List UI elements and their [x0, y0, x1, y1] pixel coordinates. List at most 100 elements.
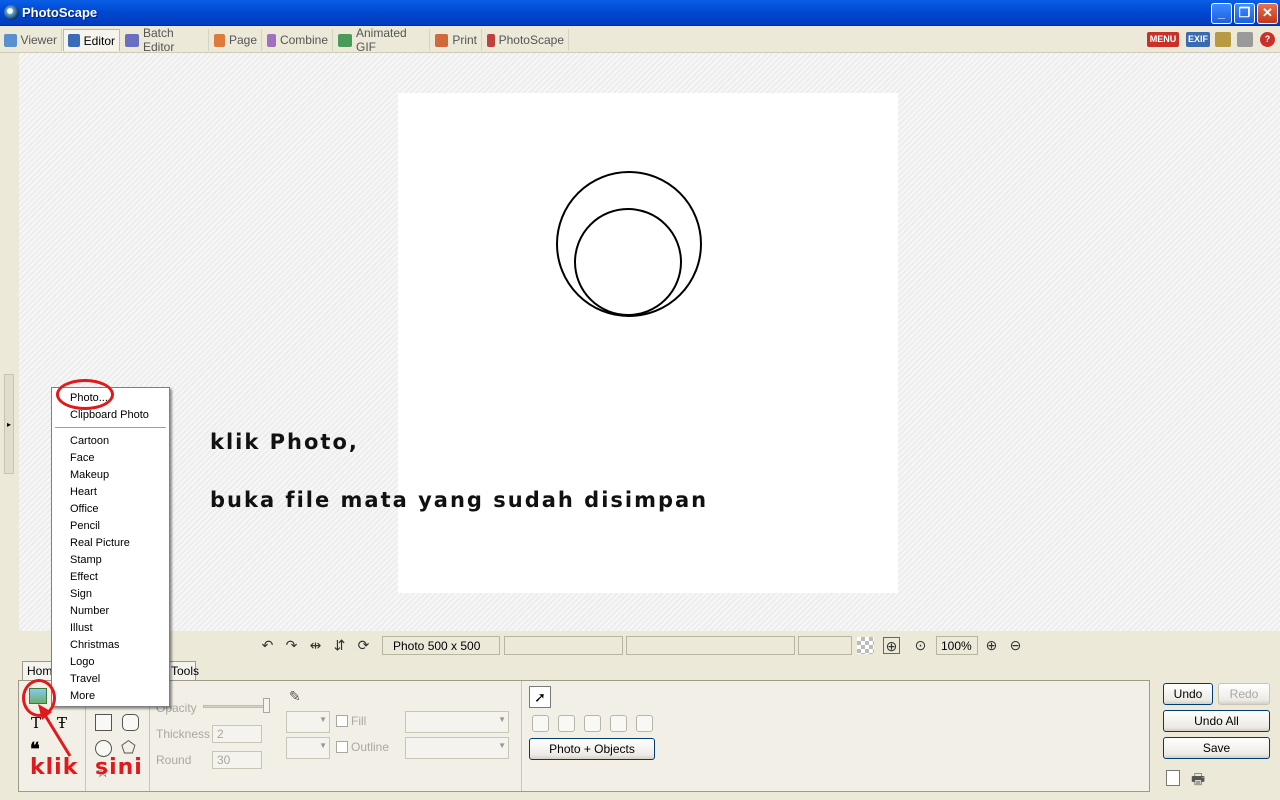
help-icon[interactable]: ?	[1260, 32, 1275, 47]
canvas-status-bar: ↶ ↷ ⇹ ⇵ ⟳ Photo 500 x 500 ⊕ ⊙ 100% ⊕ ⊖	[0, 631, 1280, 659]
fill-color-dropdown[interactable]: ▼	[286, 711, 330, 733]
tab-label: Page	[228, 33, 257, 47]
minimize-button[interactable]: _	[1211, 3, 1232, 24]
thickness-label: Thickness	[156, 727, 211, 741]
menu-item-number[interactable]: Number	[70, 605, 109, 617]
menu-item-sign[interactable]: Sign	[70, 588, 92, 600]
menu-item-logo[interactable]: Logo	[70, 656, 94, 668]
tab-home[interactable]: Home	[22, 661, 59, 680]
redo-button[interactable]: Redo	[1218, 683, 1270, 705]
menu-item-makeup[interactable]: Makeup	[70, 469, 109, 481]
menu-item-office[interactable]: Office	[70, 503, 99, 515]
save-button[interactable]: Save	[1163, 737, 1270, 759]
opacity-slider[interactable]	[203, 705, 269, 708]
expand-arrow-icon: ▸	[7, 420, 12, 429]
object-back-icon[interactable]	[558, 715, 575, 732]
zoom-fit-icon[interactable]: ⊕	[883, 637, 900, 654]
outline-style-dropdown[interactable]: ▼	[405, 737, 509, 759]
windows-icon[interactable]	[1237, 32, 1253, 47]
tab-combine[interactable]: Combine	[263, 29, 333, 51]
editor-icon	[68, 34, 80, 47]
menu-item-travel[interactable]: Travel	[70, 673, 100, 685]
inner-circle	[574, 208, 682, 316]
menu-item-heart[interactable]: Heart	[70, 486, 97, 498]
panel-collapse-handle[interactable]: ▸	[4, 374, 14, 474]
tab-viewer[interactable]: Viewer	[0, 29, 62, 51]
module-tab-bar: Viewer Editor Batch Editor Page Combine …	[0, 26, 1280, 54]
tab-photoscape[interactable]: PhotoScape	[483, 29, 569, 51]
animated-gif-icon	[338, 33, 352, 47]
fill-style-dropdown[interactable]: ▼	[405, 711, 509, 733]
menu-separator	[55, 427, 166, 428]
combine-icon	[267, 33, 276, 47]
object-copy-icon[interactable]	[584, 715, 601, 732]
refresh-icon[interactable]: ⟳	[355, 637, 372, 654]
zoom-level-field: 100%	[936, 636, 978, 655]
undo-button[interactable]: Undo	[1163, 683, 1213, 705]
round-label: Round	[156, 753, 192, 767]
bottom-panel: Home Tools T Ŧ ❝ ⬠ ☆ Opacity Thickness 2…	[0, 659, 1280, 800]
tab-print[interactable]: Print	[431, 29, 482, 51]
object-group-icon[interactable]	[610, 715, 627, 732]
tab-tools[interactable]: Tools	[166, 661, 199, 680]
outline-checkbox[interactable]	[336, 741, 348, 753]
tab-label: Viewer	[20, 33, 57, 47]
menu-item-effect[interactable]: Effect	[70, 571, 98, 583]
exif-icon[interactable]: EXIF	[1186, 32, 1210, 47]
menu-item-pencil[interactable]: Pencil	[70, 520, 100, 532]
transparency-icon[interactable]	[857, 637, 874, 654]
eyedropper-icon[interactable]: ✎	[289, 688, 301, 705]
close-button[interactable]: ✕	[1257, 3, 1278, 24]
menu-item-cartoon[interactable]: Cartoon	[70, 435, 109, 447]
window-title: PhotoScape	[22, 5, 98, 20]
rounded-rectangle-icon[interactable]	[122, 714, 139, 731]
annotation-line-2: buka file mata yang sudah disimpan	[210, 488, 709, 512]
print-icon	[435, 33, 449, 47]
highlight-ring-photo	[56, 379, 114, 410]
object-front-icon[interactable]	[532, 715, 549, 732]
tab-label: Print	[452, 33, 477, 47]
zoom-actual-icon[interactable]: ⊙	[912, 637, 929, 654]
fill-checkbox[interactable]	[336, 715, 348, 727]
new-file-icon[interactable]	[1166, 770, 1180, 786]
tab-page[interactable]: Page	[210, 29, 262, 51]
menu-icon[interactable]: MENU	[1147, 32, 1179, 47]
flip-horizontal-icon[interactable]: ⇹	[307, 637, 324, 654]
annotation-line-1: klik Photo,	[210, 430, 359, 454]
outline-color-dropdown[interactable]: ▼	[286, 737, 330, 759]
tab-label: Animated GIF	[355, 26, 407, 54]
tab-animated-gif[interactable]: Animated GIF	[334, 26, 430, 54]
photo-size-field: Photo 500 x 500	[382, 636, 500, 655]
printer-icon[interactable]: 🖶	[1191, 769, 1205, 794]
zoom-in-icon[interactable]: ⊕	[983, 637, 1000, 654]
menu-item-stamp[interactable]: Stamp	[70, 554, 102, 566]
menu-item-real-picture[interactable]: Real Picture	[70, 537, 130, 549]
red-arrow	[38, 704, 72, 757]
menu-item-christmas[interactable]: Christmas	[70, 639, 120, 651]
tab-label: PhotoScape	[498, 33, 564, 47]
zoom-out-icon[interactable]: ⊖	[1007, 637, 1024, 654]
restore-button[interactable]: ❐	[1234, 3, 1255, 24]
tab-editor[interactable]: Editor	[63, 29, 120, 51]
menu-item-clipboard-photo[interactable]: Clipboard Photo	[70, 409, 149, 421]
tab-batch-editor[interactable]: Batch Editor	[121, 26, 209, 54]
menu-item-face[interactable]: Face	[70, 452, 94, 464]
rotate-left-icon[interactable]: ↶	[259, 637, 276, 654]
photo-objects-button[interactable]: Photo + Objects	[529, 738, 655, 760]
object-toolbox: T Ŧ ❝ ⬠ ☆ Opacity Thickness 2 Round 30 ✎…	[18, 680, 1150, 792]
menu-item-illust[interactable]: Illust	[70, 622, 93, 634]
object-delete-icon[interactable]	[636, 715, 653, 732]
thickness-input[interactable]: 2	[212, 725, 262, 743]
batch-editor-icon	[125, 33, 139, 47]
flip-vertical-icon[interactable]: ⇵	[331, 637, 348, 654]
title-bar: PhotoScape _ ❐ ✕	[0, 0, 1280, 26]
opacity-slider-thumb[interactable]	[263, 698, 270, 713]
select-pointer-icon[interactable]: ➚	[529, 686, 551, 708]
fill-label: Fill	[351, 714, 367, 728]
rectangle-icon[interactable]	[95, 714, 112, 731]
rotate-right-icon[interactable]: ↷	[283, 637, 300, 654]
undo-all-button[interactable]: Undo All	[1163, 710, 1270, 732]
photo-canvas[interactable]	[398, 93, 898, 593]
round-input[interactable]: 30	[212, 751, 262, 769]
film-icon[interactable]	[1215, 32, 1231, 47]
